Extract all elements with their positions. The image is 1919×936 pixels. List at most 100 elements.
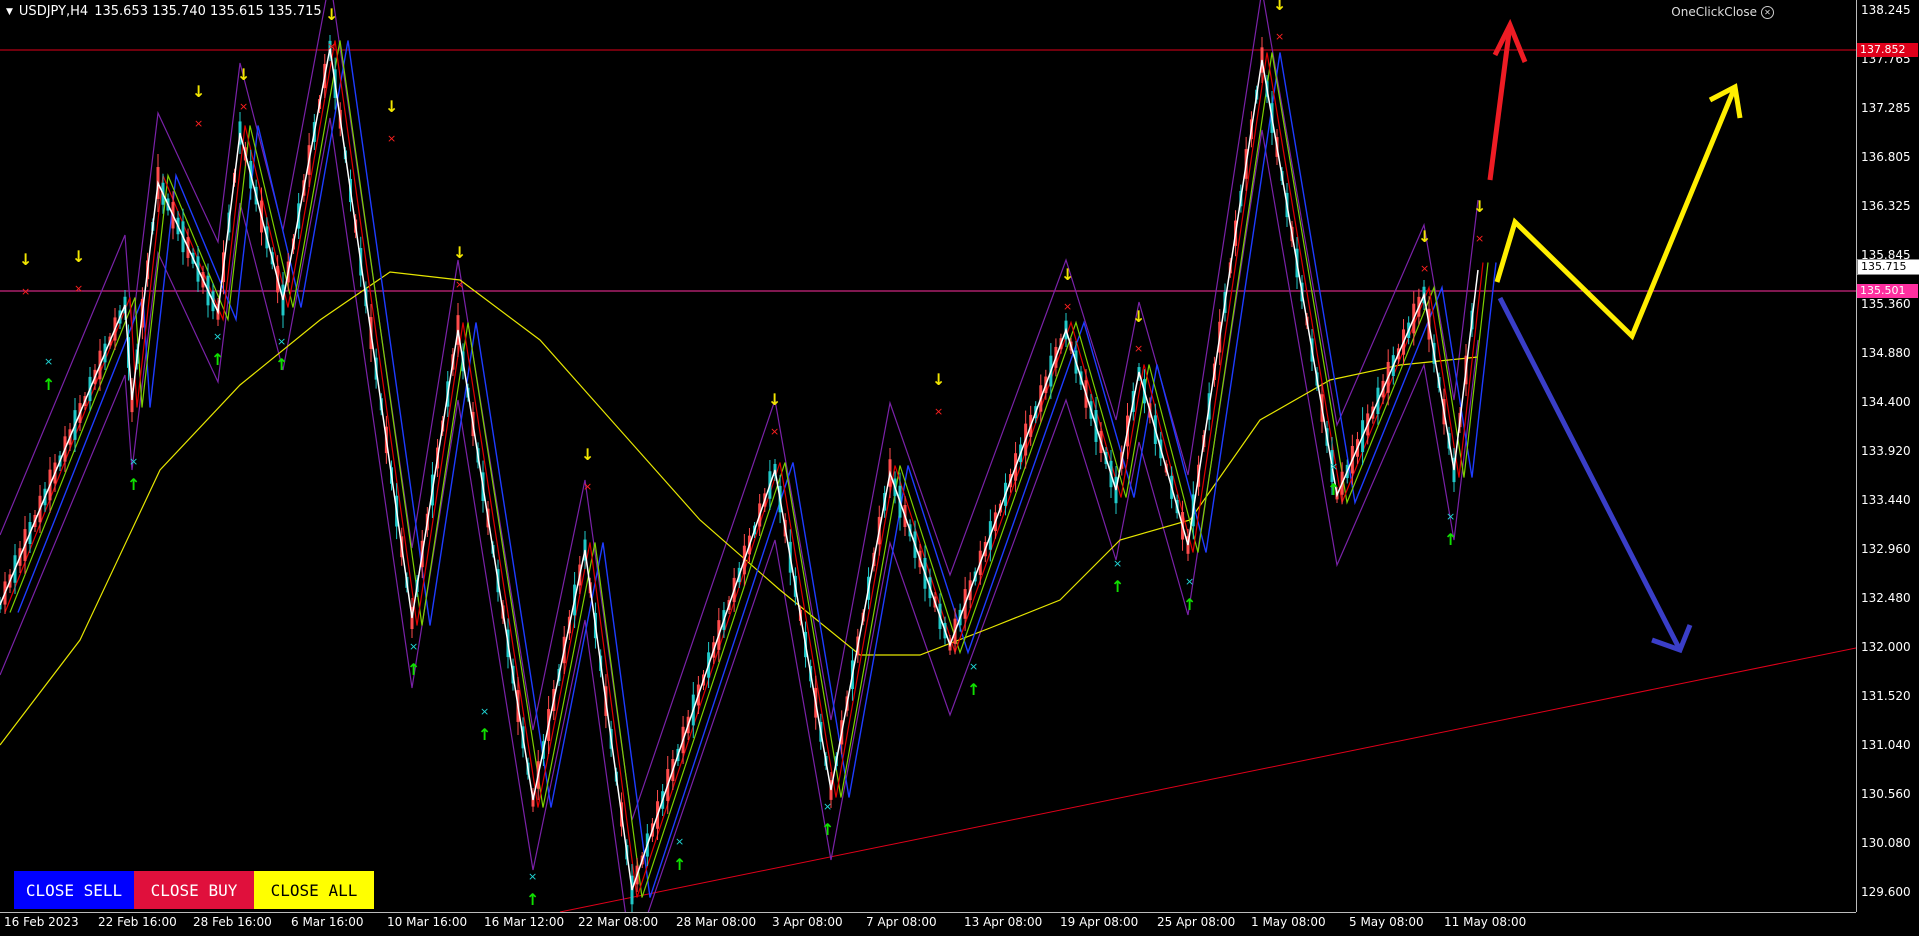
down-arrow-icon: ↓ [72, 247, 85, 266]
sell-signal-x-icon: × [455, 278, 464, 291]
down-arrow-icon: ↓ [325, 5, 338, 24]
down-arrow-icon: ↓ [237, 65, 250, 84]
price-tick-label: 129.600 [1861, 885, 1911, 899]
time-axis[interactable]: 16 Feb 2023 22 Feb 16:00 28 Feb 16:00 6 Mar… [0, 912, 1856, 936]
sell-signal-x-icon: × [583, 480, 592, 493]
time-tick-label: 25 Apr 08:00 [1157, 915, 1236, 929]
buy-signal-x-icon: × [675, 835, 684, 848]
buy-signal-x-icon: × [480, 705, 489, 718]
sell-signal-x-icon: × [1275, 30, 1284, 43]
down-arrow-icon: ↓ [1473, 197, 1486, 216]
up-arrow-icon: ↑ [1111, 577, 1124, 596]
buy-signal-x-icon: × [213, 330, 222, 343]
time-tick-label: 28 Mar 08:00 [676, 915, 757, 929]
time-tick-label: 5 May 08:00 [1349, 915, 1424, 929]
price-tick-label: 131.520 [1861, 689, 1911, 703]
price-tick-label: 131.040 [1861, 738, 1911, 752]
time-tick-label: 6 Mar 16:00 [291, 915, 364, 929]
buy-signal-x-icon: × [409, 640, 418, 653]
down-arrow-icon: ↓ [768, 390, 781, 409]
buy-signal-x-icon: × [823, 800, 832, 813]
price-tick-label: 132.480 [1861, 591, 1911, 605]
up-arrow-icon: ↑ [275, 355, 288, 374]
down-arrow-icon: ↓ [932, 370, 945, 389]
sell-signal-x-icon: × [1063, 300, 1072, 313]
buy-signal-x-icon: × [44, 355, 53, 368]
price-chart-area[interactable]: ↓ × ↓ × ↓ × ↓ × ↓ × ↓ × ↓ × ↓ × ↓ × ↓ × ↓ × ↓ × ↓ × ↓ × ↓ × × ↑ × ↑ × ↑ × ↑ × ↑… [0, 0, 1856, 912]
symbol-info: USDJPY,H4 [18, 4, 89, 19]
time-tick-label: 11 May 08:00 [1444, 915, 1527, 929]
price-tick-label: 132.000 [1861, 640, 1911, 654]
price-tag-current: 135.715 [1857, 259, 1919, 275]
down-arrow-icon: ↓ [1132, 307, 1145, 326]
price-tag-resistance: 137.852 [1857, 43, 1918, 57]
sell-signal-x-icon: × [239, 100, 248, 113]
price-tick-label: 133.920 [1861, 444, 1911, 458]
down-arrow-icon: ↓ [192, 82, 205, 101]
sell-signal-x-icon: × [770, 425, 779, 438]
price-tick-label: 135.360 [1861, 297, 1911, 311]
price-tick-label: 134.880 [1861, 346, 1911, 360]
ohlc-values: 135.653 135.740 135.615 135.715 [94, 4, 322, 19]
time-tick-label: 19 Apr 08:00 [1060, 915, 1139, 929]
up-arrow-icon: ↑ [127, 475, 140, 494]
up-arrow-icon: ↑ [407, 660, 420, 679]
buy-signal-x-icon: × [1185, 575, 1194, 588]
time-tick-label: 22 Feb 16:00 [98, 915, 177, 929]
sell-signal-x-icon: × [21, 285, 30, 298]
price-tag-support: 135.501 [1857, 284, 1918, 298]
time-tick-label: 3 Apr 08:00 [772, 915, 843, 929]
time-tick-label: 10 Mar 16:00 [387, 915, 468, 929]
time-tick-label: 1 May 08:00 [1251, 915, 1326, 929]
price-tick-label: 130.080 [1861, 836, 1911, 850]
up-arrow-icon: ↑ [673, 855, 686, 874]
time-tick-label: 22 Mar 08:00 [578, 915, 659, 929]
buy-signal-x-icon: × [528, 870, 537, 883]
close-buy-button[interactable]: CLOSE BUY [134, 871, 254, 909]
price-axis[interactable]: 138.245 137.765 137.285 136.805 136.325 135.8… [1856, 0, 1919, 912]
symbol-header: ▼ USDJPY,H4 135.653 135.740 135.615 135.… [6, 4, 322, 19]
zigzag-line [0, 47, 1479, 891]
buy-signal-x-icon: × [1329, 460, 1338, 473]
buy-signal-x-icon: × [1446, 510, 1455, 523]
envelope-lower [0, 117, 1479, 912]
oneclickclose-indicator[interactable]: OneClickClose ✕ [1671, 5, 1774, 19]
time-tick-label: 13 Apr 08:00 [964, 915, 1043, 929]
buy-signal-x-icon: × [277, 335, 286, 348]
buy-signal-x-icon: × [969, 660, 978, 673]
close-all-button[interactable]: CLOSE ALL [254, 871, 374, 909]
oneclick-label: OneClickClose [1671, 5, 1757, 19]
down-arrow-icon: ↓ [581, 445, 594, 464]
up-arrow-icon: ↑ [1444, 530, 1457, 549]
down-arrow-icon: ↓ [1061, 265, 1074, 284]
sell-signal-x-icon: × [194, 117, 203, 130]
price-tick-label: 136.325 [1861, 199, 1911, 213]
close-circle-icon[interactable]: ✕ [1761, 5, 1774, 19]
sell-signal-x-icon: × [1475, 232, 1484, 245]
price-chart[interactable]: ↓ × ↓ × ↓ × ↓ × ↓ × ↓ × ↓ × ↓ × ↓ × ↓ × ↓ × ↓ × ↓ × ↓ × ↓ × × ↑ × ↑ × ↑ × ↑ × ↑… [0, 0, 1856, 912]
price-tick-label: 137.285 [1861, 101, 1911, 115]
sell-signal-x-icon: × [934, 405, 943, 418]
time-tick-label: 28 Feb 16:00 [193, 915, 272, 929]
sell-signal-x-icon: × [387, 132, 396, 145]
up-arrow-icon: ↑ [821, 820, 834, 839]
price-tick-label: 132.960 [1861, 542, 1911, 556]
up-arrow-icon: ↑ [1183, 595, 1196, 614]
down-arrow-icon: ↓ [1418, 227, 1431, 246]
price-tick-label: 136.805 [1861, 150, 1911, 164]
down-arrow-icon: ↓ [19, 250, 32, 269]
up-arrow-icon: ↑ [1327, 480, 1340, 499]
close-sell-button[interactable]: CLOSE SELL [14, 871, 134, 909]
sell-signal-x-icon: × [1134, 342, 1143, 355]
price-tick-label: 134.400 [1861, 395, 1911, 409]
up-arrow-icon: ↑ [211, 350, 224, 369]
collapse-triangle-icon[interactable]: ▼ [6, 7, 13, 17]
up-arrow-icon: ↑ [967, 680, 980, 699]
close-buttons: CLOSE SELL CLOSE BUY CLOSE ALL [14, 871, 374, 909]
trendline [559, 647, 1856, 912]
price-tick-label: 138.245 [1861, 3, 1911, 17]
yellow-arrow-line [1494, 86, 1738, 341]
up-arrow-icon: ↑ [478, 725, 491, 744]
buy-signal-x-icon: × [129, 455, 138, 468]
time-tick-label: 16 Feb 2023 [4, 915, 79, 929]
